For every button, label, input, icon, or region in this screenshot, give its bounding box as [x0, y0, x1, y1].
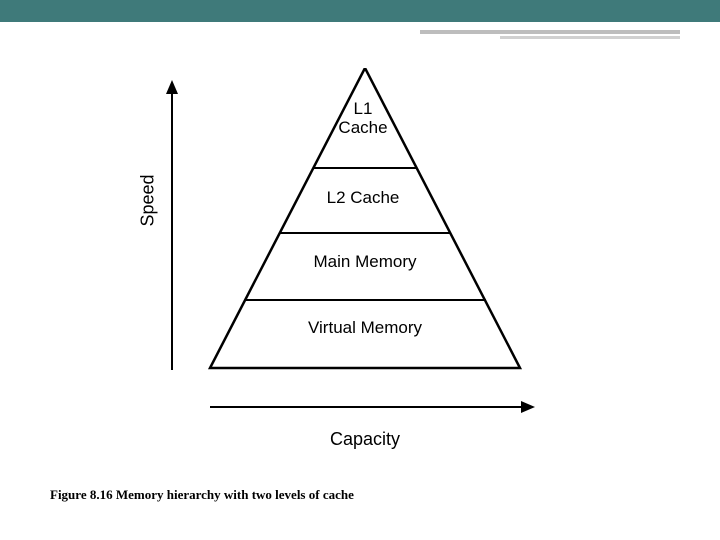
memory-hierarchy-diagram: Speed Capacity L1 Cache L2 Cache Main Me…: [140, 60, 570, 440]
level-l1-cache: L1 Cache: [333, 100, 393, 137]
header-underline-2: [500, 36, 680, 39]
slide-header-bar: [0, 0, 720, 22]
level-main-memory: Main Memory: [300, 252, 430, 272]
header-underline: [420, 30, 680, 34]
capacity-axis-arrow-icon: [205, 395, 535, 420]
level-virtual-memory: Virtual Memory: [300, 318, 430, 338]
speed-axis-arrow-icon: [160, 80, 185, 380]
l1-text-line2: Cache: [338, 118, 387, 137]
l1-text-line1: L1: [354, 99, 373, 118]
level-l2-cache: L2 Cache: [318, 188, 408, 208]
figure-caption: Figure 8.16 Memory hierarchy with two le…: [50, 487, 354, 503]
speed-axis-label: Speed: [138, 174, 159, 226]
capacity-axis-label: Capacity: [330, 429, 400, 450]
